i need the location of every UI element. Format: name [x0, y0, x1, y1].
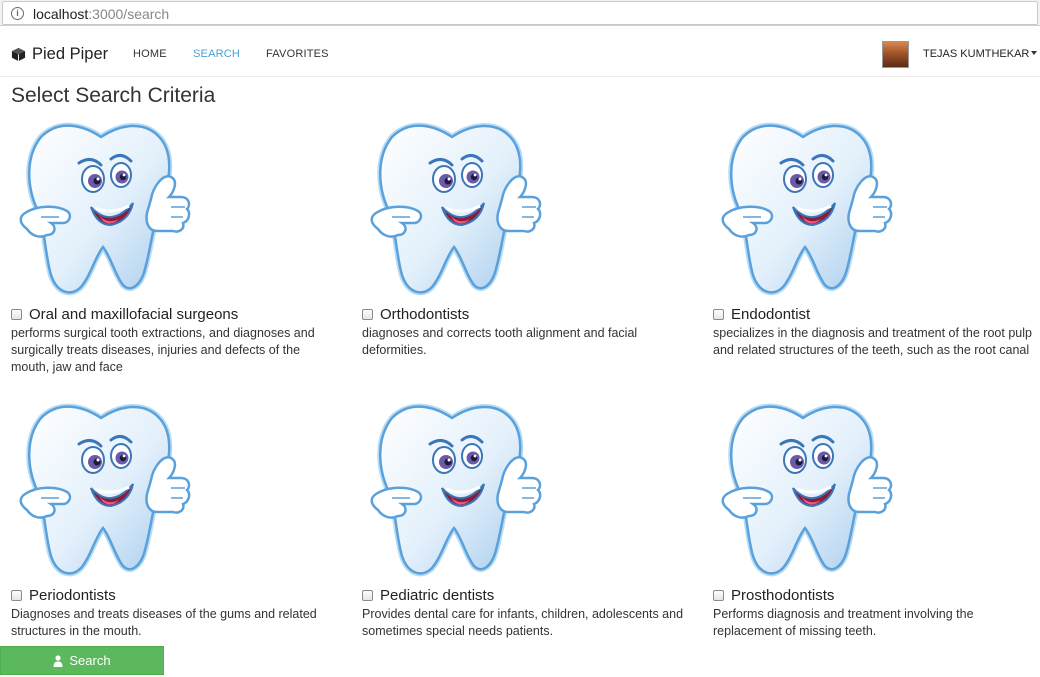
tooth-mascot-image — [11, 117, 193, 299]
search-button-label: Search — [69, 653, 111, 668]
tooth-mascot-image — [713, 117, 895, 299]
specialty-card: Prosthodontists Performs diagnosis and t… — [713, 398, 1040, 640]
user-menu[interactable]: TEJAS KUMTHEKAR — [923, 48, 1038, 60]
specialty-description: Performs diagnosis and treatment involvi… — [713, 607, 974, 638]
caret-down-icon — [1031, 51, 1038, 55]
nav-favorites[interactable]: FAVORITES — [266, 48, 329, 60]
specialty-checkbox[interactable] — [11, 308, 22, 320]
tooth-mascot-image — [11, 398, 193, 580]
page-title: Select Search Criteria — [11, 84, 216, 107]
nav-search[interactable]: SEARCH — [193, 48, 240, 60]
user-name: TEJAS KUMTHEKAR — [923, 48, 1030, 60]
specialty-description: Diagnoses and treats diseases of the gum… — [11, 607, 317, 638]
specialty-checkbox[interactable] — [713, 308, 724, 320]
specialty-name: Pediatric dentists — [380, 586, 495, 604]
tooth-mascot-image — [362, 117, 544, 299]
tooth-mascot-image — [362, 398, 544, 580]
specialty-card: Endodontist specializes in the diagnosis… — [713, 117, 1040, 359]
brand-link[interactable]: Pied Piper — [11, 45, 108, 64]
top-navbar: Pied Piper HOME SEARCH FAVORITES TEJAS K… — [0, 32, 1040, 77]
specialty-card: Pediatric dentists Provides dental care … — [362, 398, 692, 640]
specialty-checkbox[interactable] — [11, 589, 22, 601]
url-path: :3000/search — [88, 6, 170, 22]
browser-url-bar: i localhost:3000/search — [0, 0, 1040, 26]
address-field[interactable]: i localhost:3000/search — [2, 1, 1038, 25]
specialty-name: Prosthodontists — [731, 586, 835, 604]
specialty-name: Orthodontists — [380, 305, 470, 323]
avatar[interactable] — [882, 41, 909, 68]
cube-icon — [11, 47, 26, 62]
specialty-description: Provides dental care for infants, childr… — [362, 607, 684, 638]
specialty-description: performs surgical tooth extractions, and… — [11, 326, 315, 374]
specialty-checkbox[interactable] — [362, 308, 373, 320]
brand-name: Pied Piper — [32, 45, 109, 63]
specialty-card: Periodontists Diagnoses and treats disea… — [11, 398, 341, 640]
url-host: localhost — [33, 6, 89, 22]
specialty-checkbox[interactable] — [713, 589, 724, 601]
specialty-description: specializes in the diagnosis and treatme… — [713, 326, 1032, 357]
specialty-checkbox[interactable] — [362, 589, 373, 601]
specialty-description: diagnoses and corrects tooth alignment a… — [362, 326, 638, 357]
user-icon — [53, 654, 63, 667]
specialty-name: Endodontist — [731, 305, 811, 323]
specialty-card: Orthodontists diagnoses and corrects too… — [362, 117, 692, 359]
tooth-mascot-image — [713, 398, 895, 580]
nav-home[interactable]: HOME — [133, 48, 167, 60]
specialty-name: Oral and maxillofacial surgeons — [29, 305, 239, 323]
info-icon[interactable]: i — [11, 7, 24, 20]
specialty-name: Periodontists — [29, 586, 116, 604]
search-button[interactable]: Search — [0, 646, 164, 675]
specialty-card: Oral and maxillofacial surgeons performs… — [11, 117, 341, 376]
url-text[interactable]: localhost:3000/search — [33, 6, 169, 22]
